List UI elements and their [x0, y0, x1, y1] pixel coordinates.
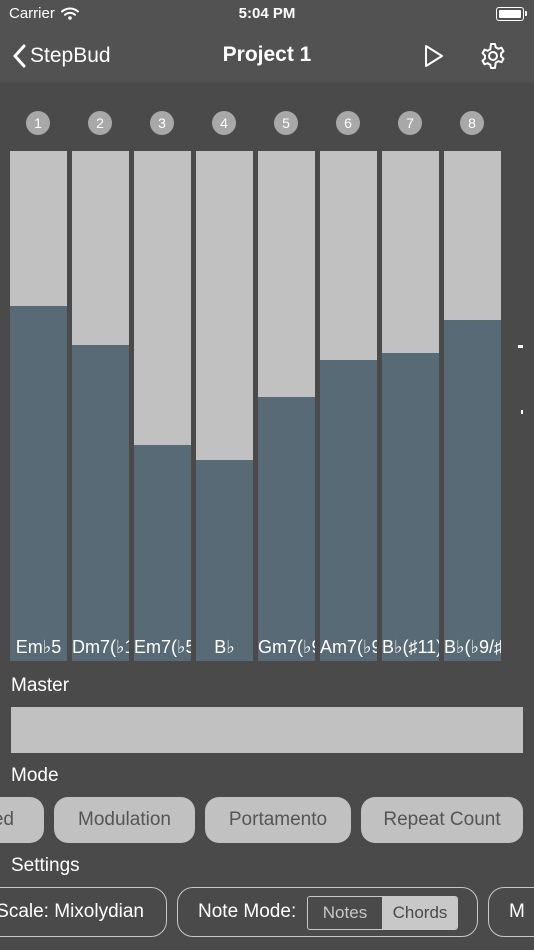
step-chord-label: Am7(♭9): [320, 637, 377, 657]
mode-speed-button[interactable]: Speed: [0, 797, 44, 843]
scroll-tick: [518, 345, 523, 348]
settings-button[interactable]: [477, 40, 509, 72]
mode-speed-label: Speed: [0, 809, 14, 830]
scroll-tick: [521, 410, 523, 414]
mode-repeat-count-button[interactable]: Repeat Count: [361, 797, 523, 843]
note-mode-label: Note Mode:: [198, 901, 297, 922]
step-level-bar[interactable]: Gm7(♭9): [258, 151, 315, 661]
step-chord-label: Em7(♭5): [134, 637, 191, 657]
note-mode-chords[interactable]: Chords: [383, 897, 457, 929]
mode-buttons: Speed Modulation Portamento Repeat Count: [0, 797, 534, 845]
note-mode-notes-label: Notes: [322, 903, 368, 922]
step-level-bar[interactable]: Em7(♭5): [134, 151, 191, 661]
step-2: 2 Dm7(♭13): [72, 108, 129, 663]
settings-label: Settings: [11, 855, 80, 876]
mode-portamento-button[interactable]: Portamento: [205, 797, 351, 843]
step-5: 5 Gm7(♭9): [258, 108, 315, 663]
note-mode-segmented: Notes Chords: [307, 896, 458, 930]
step-level-fill: [72, 345, 129, 661]
step-number-badge: 5: [274, 111, 298, 135]
step-number-badge: 4: [212, 111, 236, 135]
back-button[interactable]: StepBud: [12, 39, 111, 73]
next-setting[interactable]: M: [488, 887, 534, 937]
status-time: 5:04 PM: [238, 5, 296, 22]
step-chord-label: Gm7(♭9): [258, 637, 315, 657]
battery-icon: [496, 7, 527, 21]
step-level-fill: [196, 460, 253, 661]
scale-value: Scale: Mixolydian: [0, 901, 144, 922]
step-8: 8 B♭(♭9/♯11): [444, 108, 501, 663]
step-level-fill: [10, 306, 67, 661]
scale-selector[interactable]: Scale: Mixolydian: [0, 887, 167, 937]
step-6: 6 Am7(♭9): [320, 108, 377, 663]
play-icon: [425, 45, 443, 67]
mode-portamento-label: Portamento: [228, 809, 328, 830]
step-level-bar[interactable]: B♭(♭9/♯11): [444, 151, 501, 661]
chevron-left-icon: [13, 44, 26, 68]
step-chord-label: Em♭5: [15, 637, 62, 657]
nav-bar: StepBud Project 1: [0, 30, 534, 82]
step-number-badge: 8: [460, 111, 484, 135]
step-number-badge: 1: [26, 111, 50, 135]
master-label: Master: [11, 675, 70, 696]
mode-modulation-button[interactable]: Modulation: [54, 797, 195, 843]
step-number-badge: 7: [398, 111, 422, 135]
step-chord-label: B♭(♯11): [382, 637, 439, 657]
step-3: 3 Em7(♭5): [134, 108, 191, 663]
step-level-bar[interactable]: Dm7(♭13): [72, 151, 129, 661]
settings-controls: Scale: Mixolydian Note Mode: Notes Chord…: [0, 887, 534, 941]
step-chord-label: B♭(♭9/♯11): [444, 637, 501, 657]
step-number-badge: 2: [88, 111, 112, 135]
step-level-bar[interactable]: B♭(♯11): [382, 151, 439, 661]
step-level-fill: [444, 320, 501, 661]
mode-repeat-count-label: Repeat Count: [383, 809, 501, 830]
play-button[interactable]: [418, 40, 450, 72]
step-level-bar[interactable]: Em♭5: [10, 151, 67, 661]
note-mode-chords-label: Chords: [392, 903, 448, 922]
step-number-badge: 3: [150, 111, 174, 135]
step-4: 4 B♭: [196, 108, 253, 663]
step-level-fill: [258, 397, 315, 661]
next-setting-label: M: [509, 901, 525, 922]
step-level-bar[interactable]: Am7(♭9): [320, 151, 377, 661]
mode-label: Mode: [11, 765, 59, 786]
step-7: 7 B♭(♯11): [382, 108, 439, 663]
mode-modulation-label: Modulation: [78, 809, 171, 830]
status-bar: Carrier 5:04 PM: [0, 0, 534, 30]
back-button-label: StepBud: [30, 44, 111, 67]
step-1: 1 Em♭5: [10, 108, 67, 663]
step-chord-label: B♭: [214, 637, 235, 657]
step-sequencer: 1 Em♭5 2 Dm7(♭13) 3 Em7(♭5) 4 B♭ 5 Gm7(♭9) 6 Am7(♭9…: [10, 108, 510, 663]
note-mode-notes[interactable]: Notes: [308, 897, 383, 929]
step-level-fill: [320, 360, 377, 661]
step-level-fill: [134, 445, 191, 661]
step-level-bar[interactable]: B♭: [196, 151, 253, 661]
master-slider[interactable]: [11, 707, 523, 753]
step-level-fill: [382, 353, 439, 661]
step-chord-label: Dm7(♭13): [72, 637, 129, 657]
gear-icon: [481, 43, 505, 69]
note-mode-control: Note Mode: Notes Chords: [177, 887, 478, 937]
step-number-badge: 6: [336, 111, 360, 135]
